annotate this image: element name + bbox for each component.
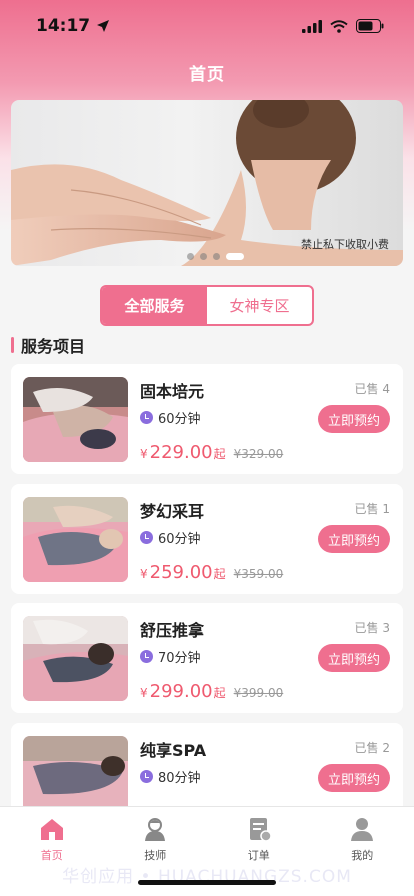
original-price: ¥399.00 bbox=[233, 686, 284, 700]
status-time: 14:17 bbox=[36, 16, 110, 36]
service-duration-text: 70分钟 bbox=[158, 651, 201, 666]
price-suffix: 起 bbox=[213, 686, 226, 700]
price-currency: ¥ bbox=[140, 567, 148, 581]
tab-home-label: 首页 bbox=[40, 849, 63, 862]
home-indicator bbox=[138, 880, 276, 885]
original-price: ¥359.00 bbox=[233, 567, 284, 581]
page-title: 首页 bbox=[189, 65, 225, 85]
price-amount: 259.00 bbox=[149, 562, 213, 583]
segment-tab-all-services[interactable]: 全部服务 bbox=[102, 287, 207, 324]
price-suffix: 起 bbox=[213, 567, 226, 581]
service-price: ¥ 299.00 起 ¥399.00 bbox=[140, 681, 283, 702]
service-name: 舒压推拿 bbox=[140, 621, 205, 640]
segment-tab-goddess-zone[interactable]: 女神专区 bbox=[207, 287, 312, 324]
service-name: 纯享SPA bbox=[140, 741, 207, 760]
service-sold-count: 已售 2 bbox=[354, 741, 390, 755]
tab-profile-label: 我的 bbox=[351, 849, 374, 862]
home-icon bbox=[40, 819, 63, 840]
price-suffix: 起 bbox=[213, 447, 226, 461]
clock-icon bbox=[140, 531, 153, 544]
banner-notice-text: 禁止私下收取小费 bbox=[301, 238, 389, 251]
service-card[interactable]: 舒压推拿 已售 3 70分钟 立即预约 ¥ 299.00 起 ¥399.00 bbox=[11, 603, 403, 713]
tab-therapist-label: 技师 bbox=[144, 849, 167, 862]
price-currency: ¥ bbox=[140, 686, 148, 700]
profile-icon bbox=[351, 818, 374, 841]
price-amount: 299.00 bbox=[149, 681, 213, 702]
status-time-text: 14:17 bbox=[36, 16, 91, 36]
cellular-signal-icon bbox=[302, 19, 322, 33]
battery-icon bbox=[356, 19, 384, 33]
tab-orders-label: 订单 bbox=[247, 849, 270, 862]
location-arrow-icon bbox=[97, 20, 110, 32]
service-duration-text: 60分钟 bbox=[158, 412, 201, 427]
service-duration-text: 80分钟 bbox=[158, 771, 201, 786]
service-name: 梦幻采耳 bbox=[140, 502, 205, 521]
status-bar: 14:17 bbox=[0, 0, 414, 52]
banner-carousel[interactable]: 禁止私下收取小费 bbox=[11, 100, 403, 266]
price-currency: ¥ bbox=[140, 447, 148, 461]
service-sold-count: 已售 3 bbox=[354, 621, 390, 635]
service-card[interactable]: 固本培元 已售 4 60分钟 立即预约 ¥ 229.00 起 ¥329.00 bbox=[11, 364, 403, 474]
original-price: ¥329.00 bbox=[233, 447, 284, 461]
price-amount: 229.00 bbox=[149, 442, 213, 463]
book-now-button[interactable]: 立即预约 bbox=[318, 764, 390, 792]
therapist-icon bbox=[145, 818, 166, 841]
carousel-dot[interactable] bbox=[213, 253, 220, 260]
order-icon bbox=[249, 818, 272, 842]
service-sold-count: 已售 1 bbox=[354, 502, 390, 516]
wifi-icon bbox=[330, 19, 348, 33]
service-sold-count: 已售 4 bbox=[354, 382, 390, 396]
status-indicators bbox=[302, 19, 384, 33]
clock-icon bbox=[140, 411, 153, 424]
section-title-text: 服务项目 bbox=[21, 337, 86, 356]
carousel-dot-active[interactable] bbox=[226, 253, 244, 260]
service-segment-control: 全部服务 女神专区 bbox=[100, 285, 314, 326]
service-thumbnail bbox=[23, 497, 128, 582]
clock-icon bbox=[140, 650, 153, 663]
service-card[interactable]: 梦幻采耳 已售 1 60分钟 立即预约 ¥ 259.00 起 ¥359.00 bbox=[11, 484, 403, 594]
service-thumbnail bbox=[23, 616, 128, 701]
service-duration: 60分钟 bbox=[140, 408, 201, 427]
book-now-button[interactable]: 立即预约 bbox=[318, 405, 390, 433]
carousel-dot[interactable] bbox=[200, 253, 207, 260]
service-price: ¥ 259.00 起 ¥359.00 bbox=[140, 562, 283, 583]
section-title: 服务项目 bbox=[11, 334, 85, 356]
service-name: 固本培元 bbox=[140, 382, 205, 401]
carousel-dot[interactable] bbox=[187, 253, 194, 260]
book-now-button[interactable]: 立即预约 bbox=[318, 525, 390, 553]
service-price: ¥ 229.00 起 ¥329.00 bbox=[140, 442, 283, 463]
book-now-button[interactable]: 立即预约 bbox=[318, 644, 390, 672]
carousel-dots bbox=[187, 253, 244, 260]
clock-icon bbox=[140, 770, 153, 783]
service-duration-text: 60分钟 bbox=[158, 532, 201, 547]
service-duration: 60分钟 bbox=[140, 528, 201, 547]
service-duration: 70分钟 bbox=[140, 647, 201, 666]
service-duration: 80分钟 bbox=[140, 767, 201, 786]
section-title-accent-bar bbox=[11, 337, 14, 353]
service-thumbnail bbox=[23, 377, 128, 462]
